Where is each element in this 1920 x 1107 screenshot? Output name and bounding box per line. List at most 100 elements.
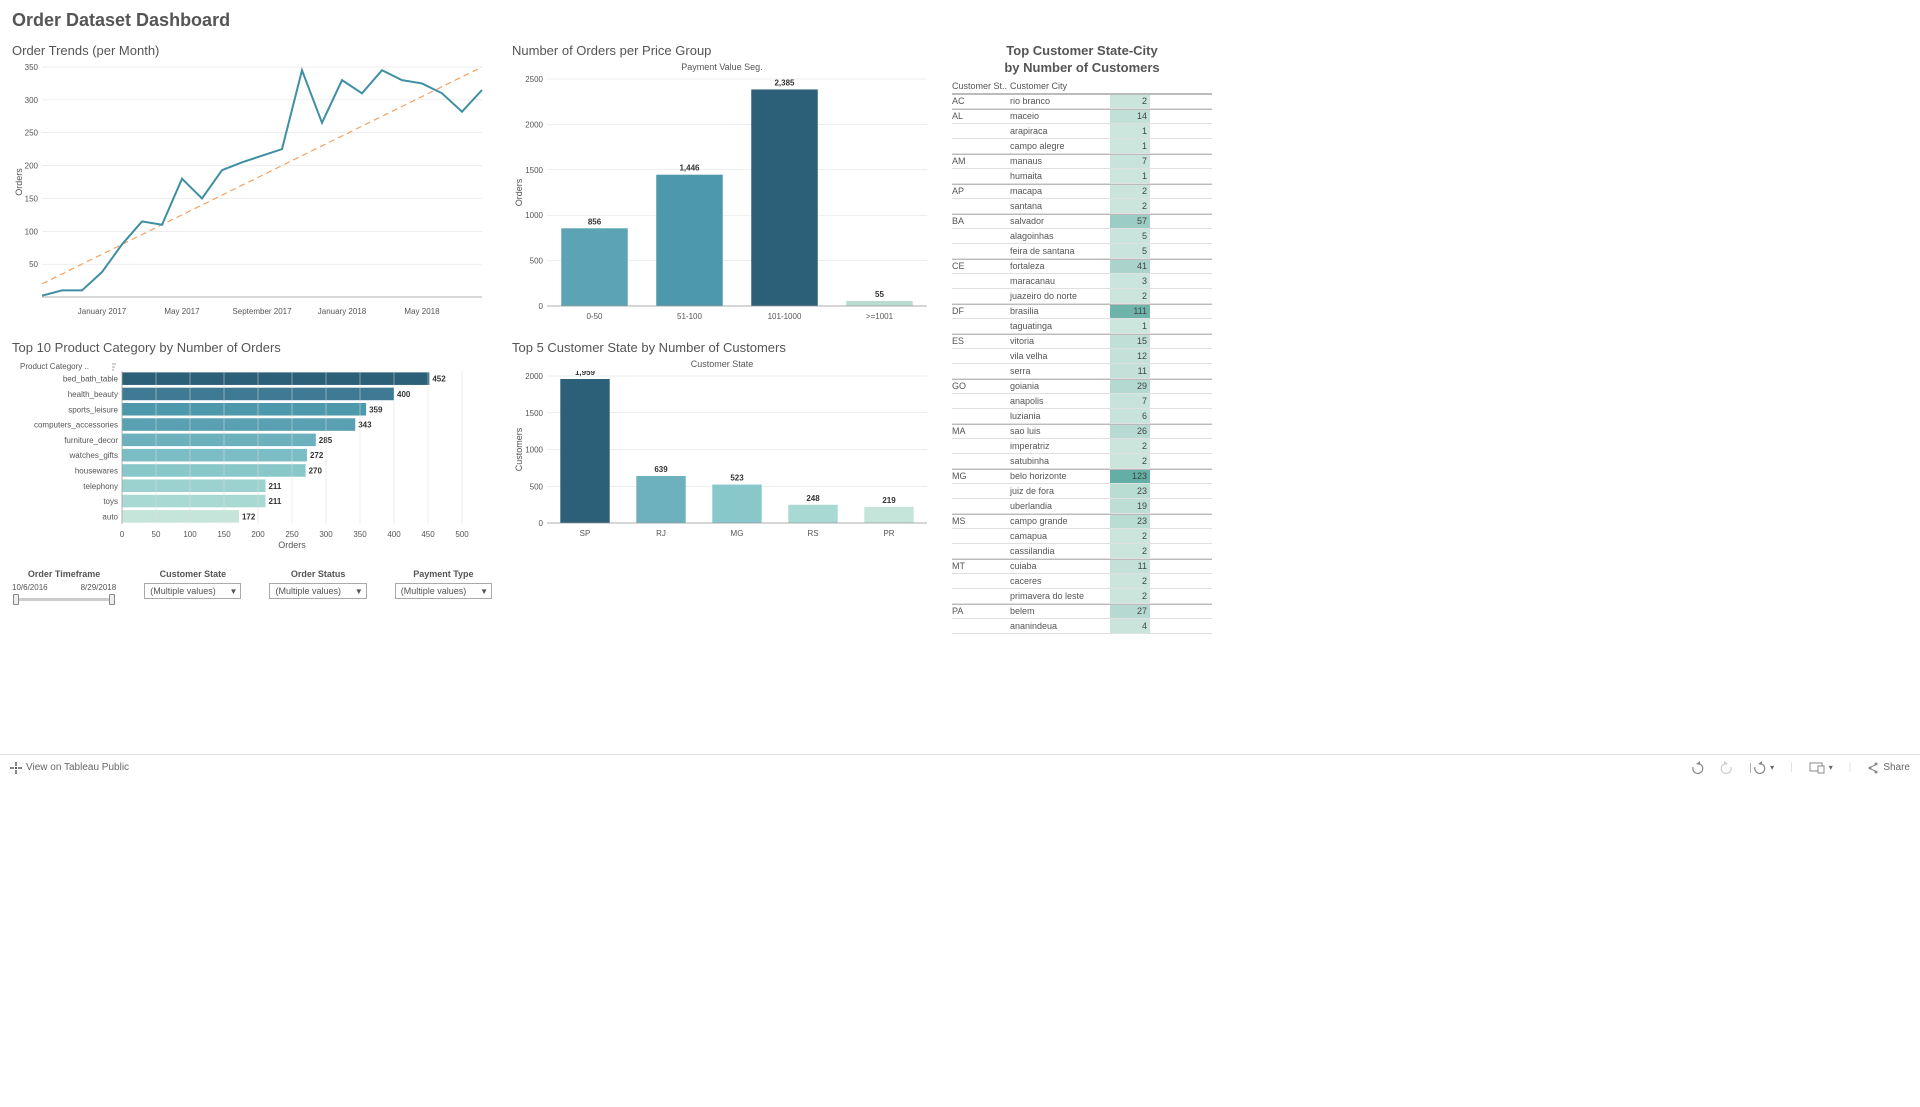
table-row[interactable]: ALmaceio14	[952, 109, 1212, 124]
table-row[interactable]: juazeiro do norte2	[952, 289, 1212, 304]
table-row[interactable]: cassilandia2	[952, 544, 1212, 559]
timeframe-label: Order Timeframe	[12, 569, 116, 579]
table-row[interactable]: serra11	[952, 364, 1212, 379]
table-row[interactable]: campo alegre1	[952, 139, 1212, 154]
table-row[interactable]: uberlandia19	[952, 499, 1212, 514]
table-row[interactable]: MGbelo horizonte123	[952, 469, 1212, 484]
svg-text:300: 300	[25, 96, 39, 105]
timeframe-slider[interactable]	[16, 598, 112, 601]
svg-text:SP: SP	[580, 529, 591, 538]
svg-text:1500: 1500	[525, 409, 543, 418]
table-row[interactable]: AMmanaus7	[952, 154, 1212, 169]
table-row[interactable]: arapiraca1	[952, 124, 1212, 139]
svg-text:0: 0	[539, 302, 544, 311]
svg-text:150: 150	[217, 530, 231, 539]
table-row[interactable]: APmacapa2	[952, 184, 1212, 199]
slider-thumb-left[interactable]	[13, 594, 19, 605]
table-row[interactable]: MTcuiaba11	[952, 559, 1212, 574]
top10-category-panel: Top 10 Product Category by Number of Ord…	[12, 340, 492, 549]
top5-state-panel: Top 5 Customer State by Number of Custom…	[512, 340, 932, 541]
table-row[interactable]: imperatriz2	[952, 439, 1212, 454]
svg-text:RJ: RJ	[656, 529, 666, 538]
table-row[interactable]: santana2	[952, 199, 1212, 214]
order-status-label: Order Status	[269, 569, 366, 579]
table-row[interactable]: camapua2	[952, 529, 1212, 544]
svg-text:150: 150	[25, 194, 39, 203]
col-city: Customer City	[1010, 81, 1110, 91]
svg-text:2500: 2500	[525, 75, 543, 84]
table-row[interactable]: humaita1	[952, 169, 1212, 184]
table-row[interactable]: CEfortaleza41	[952, 259, 1212, 274]
svg-text:May 2018: May 2018	[404, 307, 440, 316]
svg-text:0-50: 0-50	[586, 312, 603, 321]
svg-text:January 2018: January 2018	[318, 307, 367, 316]
svg-text:bed_bath_table: bed_bath_table	[63, 375, 119, 384]
table-row[interactable]: ESvitoria15	[952, 334, 1212, 349]
svg-text:MG: MG	[731, 529, 744, 538]
payment-type-value: (Multiple values)	[401, 586, 467, 596]
table-row[interactable]: PAbelem27	[952, 604, 1212, 619]
filter-bar: Order Timeframe 10/6/2016 8/29/2018 Cust…	[12, 569, 492, 601]
table-row[interactable]: maracanau3	[952, 274, 1212, 289]
svg-text:211: 211	[268, 497, 281, 506]
slider-thumb-right[interactable]	[109, 594, 115, 605]
table-row[interactable]: feira de santana5	[952, 244, 1212, 259]
table-row[interactable]: juiz de fora23	[952, 484, 1212, 499]
order-trends-chart[interactable]: 50100150200250300350OrdersJanuary 2017Ma…	[12, 62, 492, 322]
svg-text:55: 55	[875, 290, 884, 299]
share-button[interactable]: Share	[1867, 762, 1910, 774]
svg-text:856: 856	[588, 217, 602, 226]
revert-icon[interactable]: ▾	[1750, 761, 1774, 775]
svg-text:sports_leisure: sports_leisure	[68, 405, 118, 414]
price-group-chart[interactable]: 05001000150020002500Orders8560-501,44651…	[512, 74, 932, 324]
device-layout-icon[interactable]: ▾	[1809, 762, 1833, 774]
tableau-footer: View on Tableau Public ▾ | ▾ | Share	[0, 754, 1920, 781]
order-status-filter: Order Status (Multiple values) ▼	[269, 569, 366, 599]
customer-state-dropdown[interactable]: (Multiple values) ▼	[144, 583, 241, 599]
svg-text:250: 250	[285, 530, 299, 539]
redo-icon[interactable]	[1720, 761, 1734, 775]
timeframe-end: 8/29/2018	[81, 583, 117, 592]
svg-text:2000: 2000	[525, 120, 543, 129]
svg-text:computers_accessories: computers_accessories	[34, 421, 118, 430]
table-row[interactable]: primavera do leste2	[952, 589, 1212, 604]
payment-type-label: Payment Type	[395, 569, 492, 579]
undo-icon[interactable]	[1690, 761, 1704, 775]
timeframe-start: 10/6/2016	[12, 583, 48, 592]
top5-state-chart[interactable]: 0500100015002000Customers1,959SP639RJ523…	[512, 371, 932, 541]
table-row[interactable]: ACrio branco2	[952, 94, 1212, 109]
table-row[interactable]: GOgoiania29	[952, 379, 1212, 394]
table-row[interactable]: DFbrasilia111	[952, 304, 1212, 319]
table-row[interactable]: alagoinhas5	[952, 229, 1212, 244]
svg-text:1500: 1500	[525, 166, 543, 175]
order-status-dropdown[interactable]: (Multiple values) ▼	[269, 583, 366, 599]
svg-text:200: 200	[25, 162, 39, 171]
customer-state-value: (Multiple values)	[150, 586, 216, 596]
table-row[interactable]: ananindeua4	[952, 619, 1212, 634]
table-row[interactable]: caceres2	[952, 574, 1212, 589]
table-row[interactable]: vila velha12	[952, 349, 1212, 364]
top10-category-chart[interactable]: Product Category ..bed_bath_table452heal…	[12, 359, 492, 549]
svg-text:Customers: Customers	[514, 427, 524, 471]
payment-type-dropdown[interactable]: (Multiple values) ▼	[395, 583, 492, 599]
tableau-public-label: View on Tableau Public	[26, 762, 129, 773]
svg-text:1,446: 1,446	[679, 164, 700, 173]
table-row[interactable]: anapolis7	[952, 394, 1212, 409]
svg-text:50: 50	[29, 260, 38, 269]
table-row[interactable]: MScampo grande23	[952, 514, 1212, 529]
svg-text:50: 50	[152, 530, 161, 539]
tableau-public-link[interactable]: View on Tableau Public	[10, 762, 129, 774]
svg-text:51-100: 51-100	[677, 312, 702, 321]
state-city-body[interactable]: ACrio branco2ALmaceio14arapiraca1campo a…	[952, 94, 1212, 634]
svg-text:watches_gifts: watches_gifts	[69, 451, 118, 460]
table-row[interactable]: MAsao luis26	[952, 424, 1212, 439]
svg-text:PR: PR	[883, 529, 894, 538]
svg-text:200: 200	[251, 530, 265, 539]
table-row[interactable]: BAsalvador57	[952, 214, 1212, 229]
table-row[interactable]: taguatinga1	[952, 319, 1212, 334]
order-timeframe-filter: Order Timeframe 10/6/2016 8/29/2018	[12, 569, 116, 601]
svg-text:0: 0	[120, 530, 125, 539]
table-row[interactable]: satubinha2	[952, 454, 1212, 469]
top5-state-subtitle: Customer State	[512, 359, 932, 369]
table-row[interactable]: luziania6	[952, 409, 1212, 424]
